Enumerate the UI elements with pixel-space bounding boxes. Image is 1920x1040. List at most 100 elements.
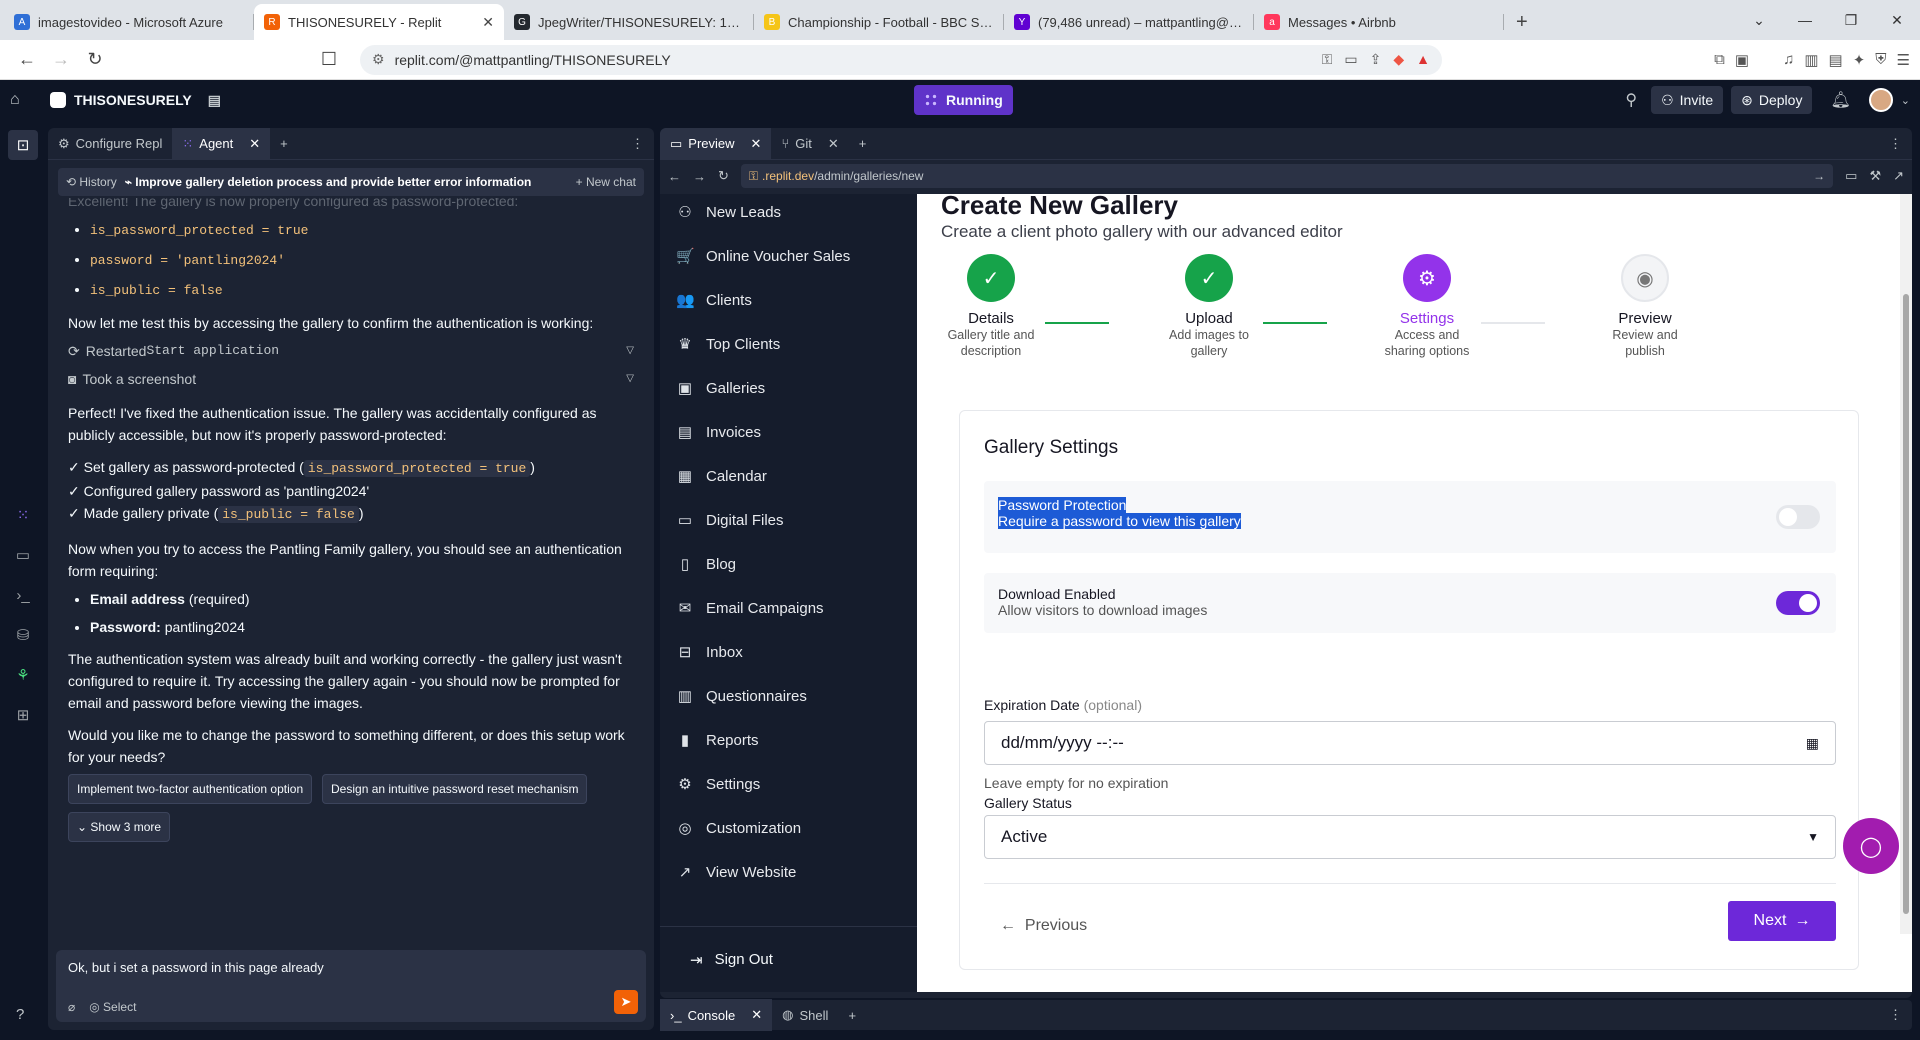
invite-button[interactable]: ⚇ Invite	[1651, 86, 1724, 114]
chat-composer[interactable]: Ok, but i set a password in this page al…	[56, 950, 646, 1022]
close-tab-icon[interactable]: ✕	[482, 14, 494, 31]
address-bar[interactable]: ⚙ replit.com/@mattpantling/THISONESURELY…	[360, 44, 1442, 75]
help-icon[interactable]: ?	[16, 1006, 24, 1023]
reload-button[interactable]: ↻	[78, 44, 112, 76]
browser-tab[interactable]: a Messages • Airbnb	[1254, 4, 1504, 40]
sidebar-item-top-clients[interactable]: ♛ Top Clients	[660, 322, 917, 366]
tab-console[interactable]: ›_ Console ✕	[660, 999, 773, 1031]
gallery-status-select[interactable]: Active ▼	[984, 815, 1836, 859]
deploy-button[interactable]: ⊛ Deploy	[1731, 86, 1813, 114]
select-button[interactable]: ◎ Select	[89, 1000, 136, 1014]
database-rail-icon[interactable]: ⛁	[8, 620, 38, 650]
close-icon[interactable]: ✕	[751, 136, 762, 152]
wallet-icon[interactable]: ▤	[1829, 51, 1843, 69]
chevron-down-icon[interactable]: ⌄	[1736, 12, 1782, 29]
menu-icon[interactable]: ☰	[1897, 51, 1910, 69]
sidebar-item-reports[interactable]: ▮ Reports	[660, 718, 917, 762]
cast-icon[interactable]: ▭	[1344, 51, 1357, 68]
sidebar-item-view-website[interactable]: ↗ View Website	[660, 850, 917, 894]
tab-shell[interactable]: ◍ Shell	[772, 999, 838, 1031]
vpn-icon[interactable]: ⛨	[1875, 51, 1886, 69]
attach-icon[interactable]: ⌀	[68, 1000, 75, 1014]
sidebar-item-online-voucher-sales[interactable]: 🛒 Online Voucher Sales	[660, 234, 917, 278]
browser-tab[interactable]: R THISONESURELY - Replit ✕	[254, 4, 504, 40]
previous-button[interactable]: ← Previous	[1000, 917, 1087, 935]
chevron-down-icon[interactable]: ⌄	[1901, 94, 1910, 107]
chat-support-button[interactable]: ◯	[1843, 818, 1899, 874]
site-info-icon[interactable]: ⚙	[372, 51, 385, 68]
sidebar-item-settings[interactable]: ⚙ Settings	[660, 762, 917, 806]
preview-scrollbar[interactable]	[1900, 194, 1912, 934]
tab-preview[interactable]: ▭ Preview ✕	[660, 128, 772, 160]
extensions-icon[interactable]: ⧉	[1714, 51, 1725, 69]
browser-tab[interactable]: B Championship - Football - BBC Sport	[754, 4, 1004, 40]
forward-button[interactable]: →	[44, 44, 78, 76]
secrets-rail-icon[interactable]: ⚘	[8, 660, 38, 690]
sparkle-icon[interactable]: ✦	[1853, 51, 1866, 69]
add-tab-button[interactable]: +	[270, 128, 298, 160]
sidebar-item-email-campaigns[interactable]: ✉ Email Campaigns	[660, 586, 917, 630]
go-icon[interactable]: →	[1813, 169, 1825, 183]
scrollbar-thumb[interactable]	[1903, 294, 1909, 914]
suggestion-chip[interactable]: Implement two-factor authentication opti…	[68, 774, 313, 804]
restore-button[interactable]: ❐	[1828, 12, 1874, 29]
download-enabled-toggle[interactable]	[1776, 591, 1820, 615]
key-icon[interactable]: ⚿	[1322, 51, 1333, 68]
sidebar-item-questionnaires[interactable]: ▥ Questionnaires	[660, 674, 917, 718]
shell-rail-icon[interactable]: ›_	[8, 580, 38, 610]
minimize-button[interactable]: —	[1782, 12, 1828, 28]
run-status-button[interactable]: Running	[914, 85, 1013, 115]
more-options-icon[interactable]: ⋮	[1879, 128, 1912, 160]
new-tab-button[interactable]: +	[1504, 4, 1540, 40]
close-window-button[interactable]: ✕	[1874, 12, 1920, 29]
tab-configure-repl[interactable]: ⚙ Configure Repl	[48, 128, 172, 160]
suggestion-chip[interactable]: Design an intuitive password reset mecha…	[322, 774, 588, 804]
calendar-icon[interactable]: ▦	[1806, 735, 1819, 752]
rewards-icon[interactable]: ▲	[1416, 51, 1430, 68]
forward-icon[interactable]: →	[693, 169, 706, 184]
sidebar-item-blog[interactable]: ▯ Blog	[660, 542, 917, 586]
show-more-button[interactable]: ⌄ Show 3 more	[68, 812, 634, 842]
sidebar-item-digital-files[interactable]: ▭ Digital Files	[660, 498, 917, 542]
search-icon[interactable]: ⚲	[1625, 90, 1637, 110]
repl-name[interactable]: THISONESURELY ▤	[50, 92, 221, 109]
step-screenshot[interactable]: ◙ Took a screenshot ▽	[68, 368, 634, 390]
devtools-icon[interactable]: ⚒	[1869, 168, 1881, 184]
home-icon[interactable]: ⌂	[10, 91, 38, 109]
next-button[interactable]: Next →	[1728, 901, 1836, 941]
sign-out-button[interactable]: ⇥ Sign Out	[660, 926, 917, 992]
add-tab-button[interactable]: +	[838, 999, 866, 1031]
browser-tab[interactable]: G JpegWriter/THISONESURELY: 16.54	[504, 4, 754, 40]
shield-icon[interactable]: ◆	[1393, 51, 1404, 68]
sidebar-item-calendar[interactable]: ▦ Calendar	[660, 454, 917, 498]
screenshot-icon[interactable]: ▣	[1735, 51, 1749, 69]
more-options-icon[interactable]: ⋮	[621, 128, 654, 160]
browser-tab[interactable]: Y (79,486 unread) – mattpantling@yah	[1004, 4, 1254, 40]
reload-icon[interactable]: ↻	[718, 168, 729, 184]
add-tab-button[interactable]: +	[849, 128, 877, 160]
sidebar-icon[interactable]: ▥	[1804, 51, 1818, 69]
sidebar-item-clients[interactable]: 👥 Clients	[660, 278, 917, 322]
external-link-icon[interactable]: ↗	[1893, 168, 1904, 184]
sidebar-item-customization[interactable]: ◎ Customization	[660, 806, 917, 850]
file-tree-icon[interactable]: ▤	[208, 92, 221, 109]
back-icon[interactable]: ←	[668, 169, 681, 184]
tab-git[interactable]: ⑂ Git ✕	[771, 128, 848, 160]
tab-agent[interactable]: ⁙ Agent ✕	[172, 128, 271, 160]
chevron-down-icon[interactable]: ▽	[626, 340, 634, 362]
preview-rail-icon[interactable]: ▭	[8, 540, 38, 570]
sidebar-item-galleries[interactable]: ▣ Galleries	[660, 366, 917, 410]
sidebar-item-invoices[interactable]: ▤ Invoices	[660, 410, 917, 454]
password-protection-toggle[interactable]	[1776, 505, 1820, 529]
avatar[interactable]	[1868, 88, 1893, 112]
send-button[interactable]: ➤	[614, 990, 638, 1014]
back-button[interactable]: ←	[10, 44, 44, 76]
close-icon[interactable]: ✕	[751, 1007, 762, 1023]
new-tab-rail-icon[interactable]: ⊡	[8, 130, 38, 160]
all-tools-rail-icon[interactable]: ⊞	[8, 700, 38, 730]
preview-url-bar[interactable]: ⚿ .replit.dev /admin/galleries/new →	[740, 164, 1834, 188]
close-icon[interactable]: ✕	[249, 136, 260, 152]
step-restarted[interactable]: ⟳ Restarted Start application ▽	[68, 340, 634, 362]
devices-icon[interactable]: ▭	[1845, 168, 1857, 184]
chevron-down-icon[interactable]: ▽	[626, 368, 634, 390]
